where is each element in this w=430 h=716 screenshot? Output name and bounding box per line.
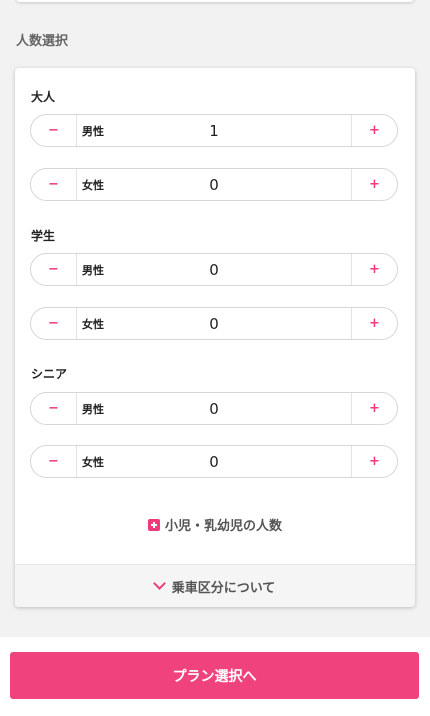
count-input[interactable] [77,121,351,140]
count-input[interactable] [77,314,351,333]
increment-button[interactable]: + [351,254,397,285]
count-input[interactable] [77,399,351,418]
increment-button[interactable]: + [351,308,397,339]
decrement-button[interactable]: − [31,169,77,200]
decrement-button[interactable]: − [31,115,77,146]
decrement-button[interactable]: − [31,254,77,285]
increment-button[interactable]: + [351,446,397,477]
gender-label: 女性 [82,317,104,331]
previous-card-edge [16,0,414,2]
chevron-down-icon [152,577,166,590]
section-title: 人数選択 [16,34,69,49]
group-label-senior: シニア [31,367,68,381]
passenger-count-card: 大人 − 男性 + − 女性 + 学生 − 男性 + − 女性 + シニア [15,68,415,607]
increment-button[interactable]: + [351,115,397,146]
bottom-action-bar: プラン選択へ [0,637,430,716]
increment-button[interactable]: + [351,393,397,424]
senior-female-stepper: − 女性 + [30,445,398,478]
count-input[interactable] [77,260,351,279]
senior-male-stepper: − 男性 + [30,392,398,425]
passenger-category-info-label: 乗車区分について [171,580,276,596]
count-input[interactable] [77,175,351,194]
student-female-stepper: − 女性 + [30,307,398,340]
adult-male-stepper: − 男性 + [30,114,398,147]
student-male-stepper: − 男性 + [30,253,398,286]
decrement-button[interactable]: − [31,393,77,424]
child-infant-link-label: 小児・乳幼児の人数 [164,519,282,534]
gender-label: 男性 [82,263,104,277]
increment-button[interactable]: + [351,169,397,200]
passenger-category-info-toggle[interactable]: 乗車区分について [15,564,415,607]
count-input[interactable] [77,452,351,471]
gender-label: 女性 [82,455,104,469]
decrement-button[interactable]: − [31,308,77,339]
plus-square-icon [147,519,160,531]
decrement-button[interactable]: − [31,446,77,477]
gender-label: 女性 [82,178,104,192]
group-label-adult: 大人 [31,90,56,104]
go-to-plan-selection-button[interactable]: プラン選択へ [10,652,419,699]
gender-label: 男性 [82,402,104,416]
adult-female-stepper: − 女性 + [30,168,398,201]
gender-label: 男性 [82,124,104,138]
child-infant-count-link[interactable]: 小児・乳幼児の人数 [15,515,415,534]
group-label-student: 学生 [31,229,56,243]
